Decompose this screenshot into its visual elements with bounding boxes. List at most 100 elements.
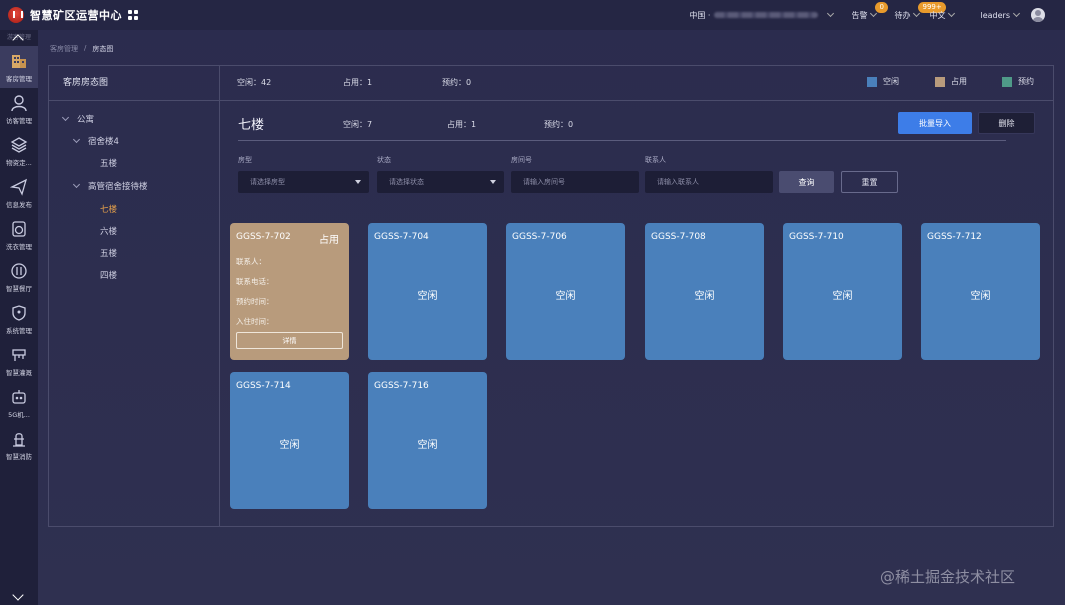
region-value-blurred (714, 12, 819, 18)
tree-node-label: 五楼 (100, 249, 118, 259)
avatar[interactable] (1031, 8, 1045, 22)
tree-node-floor[interactable]: 五楼 (100, 157, 117, 169)
room-card[interactable]: GGSS-7-708 空闲 (645, 223, 764, 360)
shield-icon (10, 304, 28, 322)
sidebar-item-materials[interactable]: 物资定... (0, 130, 38, 172)
room-type-placeholder: 请选择房型 (250, 178, 285, 186)
region-label: 中国 · (689, 10, 711, 20)
room-card[interactable]: GGSS-7-710 空闲 (783, 223, 902, 360)
watermark: @稀土掘金技术社区 (880, 568, 1016, 586)
room-contact-label: 联系人： (236, 257, 266, 266)
sidebar-item-system[interactable]: 系统管理 (0, 298, 38, 340)
tree-node-floor-7[interactable]: 七楼 (100, 203, 117, 215)
room-card[interactable]: GGSS-7-704 空闲 (368, 223, 487, 360)
chevron-down-icon (1012, 9, 1021, 18)
room-code: GGSS-7-714 (236, 381, 291, 391)
region-selector[interactable]: 中国 · (689, 9, 835, 21)
contact-input[interactable]: 请输入联系人 (645, 171, 773, 193)
todo-label: 待办 (894, 10, 911, 20)
sidebar-item-dining[interactable]: 智慧餐厅 (0, 256, 38, 298)
tree-node-label: 五楼 (100, 159, 118, 169)
legend-swatch (935, 76, 945, 87)
floor-occupied: 占用：1 (447, 120, 477, 129)
query-button[interactable]: 查询 (779, 171, 834, 193)
top-right-controls: 中国 · 告警 0 待办 999+ 中文 leaders (689, 0, 1065, 30)
sidebar-item-5g-robot[interactable]: 5G机... (0, 382, 38, 424)
sidebar-item-label: 智慧餐厅 (6, 284, 32, 293)
room-card[interactable]: GGSS-7-702 占用 联系人： 联系电话： 预约时间： 入住时间： 详情 (230, 223, 349, 360)
room-card[interactable]: GGSS-7-712 空闲 (921, 223, 1040, 360)
user-menu[interactable]: leaders (980, 8, 1065, 22)
tree-node-apartment[interactable]: 公寓 (61, 113, 94, 125)
chevron-down-icon (948, 9, 956, 18)
floor-free: 空闲：7 (343, 120, 373, 129)
breadcrumb: 客房管理 / 房态图 (50, 44, 113, 54)
chevron-down-icon (72, 180, 81, 189)
apps-grid-icon[interactable] (128, 10, 138, 20)
sidebar: 游客管理 客房管理 访客管理 物资定... 信息发布 洗衣管理 智慧餐厅 系统管… (0, 30, 38, 605)
room-detail-button[interactable]: 详情 (236, 332, 343, 349)
status-select[interactable]: 请选择状态 (377, 171, 504, 193)
delete-button[interactable]: 删除 (978, 112, 1035, 134)
tree-node-floor-4[interactable]: 四楼 (100, 269, 117, 281)
room-status: 空闲 (832, 291, 853, 302)
chevron-down-icon (61, 113, 70, 122)
chevron-down-icon[interactable] (12, 589, 24, 601)
panel-title: 客房房态图 (63, 78, 109, 88)
tree-node-exec-building[interactable]: 高管宿舍接待楼 (72, 180, 148, 192)
sidebar-item-laundry[interactable]: 洗衣管理 (0, 214, 38, 256)
breadcrumb-parent[interactable]: 客房管理 (50, 44, 78, 54)
room-type-select[interactable]: 请选择房型 (238, 171, 369, 193)
dining-icon (10, 262, 28, 280)
floor-reserved: 预约：0 (544, 120, 574, 129)
summary-free: 空闲：42 (237, 78, 272, 87)
room-checkin-time-label: 入住时间： (236, 317, 274, 326)
sidebar-item-label: 信息发布 (6, 200, 32, 209)
room-number-label: 房间号 (511, 156, 532, 164)
sidebar-item-irrigation[interactable]: 智慧灌溉 (0, 340, 38, 382)
contact-label: 联系人 (645, 156, 666, 164)
tree-node-floor-5[interactable]: 五楼 (100, 247, 117, 259)
alarm-menu[interactable]: 告警 0 (851, 1, 888, 21)
breadcrumb-current: 房态图 (92, 45, 114, 53)
sidebar-item-label: 系统管理 (6, 326, 32, 335)
legend-swatch (1002, 76, 1012, 87)
building-icon (10, 52, 28, 70)
room-card[interactable]: GGSS-7-716 空闲 (368, 372, 487, 509)
sidebar-item-fire[interactable]: 智慧消防 (0, 424, 38, 466)
room-code: GGSS-7-706 (512, 232, 567, 242)
alarm-count-badge: 0 (875, 1, 888, 13)
reset-button[interactable]: 重置 (841, 171, 898, 193)
robot-icon (10, 388, 28, 406)
batch-import-button[interactable]: 批量导入 (898, 112, 972, 134)
layers-icon (10, 136, 28, 154)
sidebar-item-room-management[interactable]: 客房管理 (0, 46, 38, 88)
panel-divider-vertical (219, 66, 220, 526)
user-name: leaders (980, 10, 1010, 20)
washer-icon (10, 220, 28, 238)
app-title: 智慧矿区运营中心 (30, 9, 122, 22)
dropdown-arrow-icon (355, 180, 361, 184)
room-card[interactable]: GGSS-7-706 空闲 (506, 223, 625, 360)
sidebar-item-info-publish[interactable]: 信息发布 (0, 172, 38, 214)
sidebar-item-label: 洗衣管理 (6, 242, 32, 251)
summary-reserved: 预约：0 (442, 78, 472, 87)
room-number-input[interactable]: 请输入房间号 (511, 171, 639, 193)
room-code: GGSS-7-704 (374, 232, 429, 242)
room-status: 空闲 (694, 291, 715, 302)
sidebar-item-visitor-management[interactable]: 访客管理 (0, 88, 38, 130)
language-selector[interactable]: 中文 (929, 9, 956, 21)
tree-node-building-4[interactable]: 宿舍楼4 (72, 135, 119, 147)
tree-node-floor-6[interactable]: 六楼 (100, 225, 117, 237)
brand-logo-icon (8, 7, 24, 23)
legend-swatch (867, 76, 877, 87)
sidebar-item-label: 智慧消防 (6, 452, 32, 461)
room-card[interactable]: GGSS-7-714 空闲 (230, 372, 349, 509)
room-code: GGSS-7-702 (236, 232, 291, 242)
tree-node-label: 宿舍楼4 (88, 137, 119, 147)
panel-divider-horizontal (49, 100, 1053, 101)
legend-label: 预约 (1018, 77, 1034, 86)
summary-occupied: 占用：1 (343, 78, 373, 87)
legend-occupied: 占用 (935, 76, 967, 87)
todo-menu[interactable]: 待办 999+ (894, 1, 946, 21)
